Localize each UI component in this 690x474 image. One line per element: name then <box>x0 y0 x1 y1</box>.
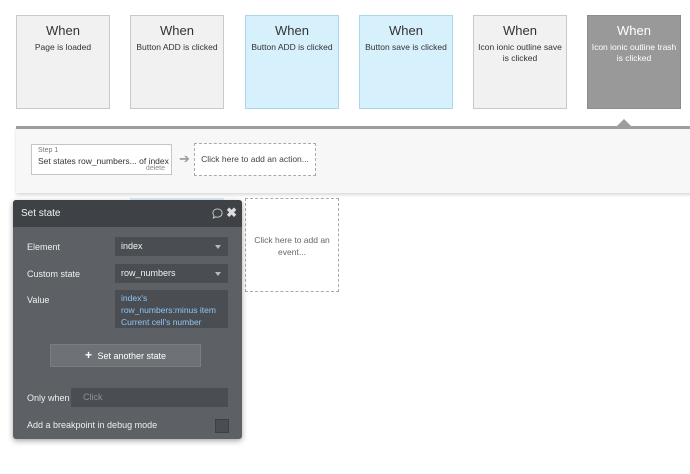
set-another-state-button[interactable]: + Set another state <box>50 344 201 367</box>
value-expression-line: Current cell's number <box>121 317 202 327</box>
event-description: Icon ionic outline trash is clicked <box>591 42 677 63</box>
step-card[interactable]: Step 1 Set states row_numbers... of inde… <box>31 144 172 175</box>
plus-icon: + <box>84 348 92 362</box>
arrow-right-icon: ➔ <box>179 151 190 166</box>
breakpoint-label: Add a breakpoint in debug mode <box>27 420 158 430</box>
chevron-down-icon <box>215 272 221 276</box>
set-another-state-label: Set another state <box>97 351 167 361</box>
set-state-panel: Set state ✖ Element index Custom state r… <box>13 200 242 439</box>
event-card-button-save[interactable]: When Button save is clicked <box>359 15 453 109</box>
workflow-actions-panel: Step 1 Set states row_numbers... of inde… <box>16 126 690 193</box>
event-description: Page is loaded <box>34 42 92 52</box>
event-description: Icon ionic outline save is clicked <box>478 42 562 63</box>
panel-title: Set state <box>21 208 61 219</box>
event-card-icon-trash[interactable]: When Icon ionic outline trash is clicked <box>587 15 681 109</box>
comment-icon[interactable] <box>212 208 223 219</box>
value-expression-line: index's <box>121 293 148 303</box>
event-when-label: When <box>46 23 80 38</box>
only-when-label: Only when <box>27 393 70 403</box>
event-description: Button ADD is clicked <box>136 42 218 52</box>
only-when-input[interactable]: Click <box>71 388 228 407</box>
event-description: Button save is clicked <box>365 42 447 52</box>
event-card-button-add-2[interactable]: When Button ADD is clicked <box>245 15 339 109</box>
custom-state-select-value: row_numbers <box>121 268 176 278</box>
event-when-label: When <box>160 23 194 38</box>
add-event-label: Click here to add an event... <box>254 235 330 257</box>
selected-event-caret <box>617 119 631 126</box>
step-delete-link[interactable]: delete <box>146 165 165 172</box>
value-expression-line: row_numbers:minus item <box>121 305 216 315</box>
event-when-label: When <box>617 23 651 38</box>
step-number: Step 1 <box>38 147 59 154</box>
custom-state-label: Custom state <box>27 269 81 279</box>
event-card-button-add-1[interactable]: When Button ADD is clicked <box>130 15 224 109</box>
custom-state-select[interactable]: row_numbers <box>115 264 228 283</box>
event-when-label: When <box>389 23 423 38</box>
close-icon[interactable]: ✖ <box>226 205 237 221</box>
event-description: Button ADD is clicked <box>251 42 333 52</box>
element-label: Element <box>27 242 61 252</box>
value-expression-field[interactable]: index's row_numbers:minus item Current c… <box>115 290 228 328</box>
panel-header: Set state ✖ <box>13 200 242 227</box>
chevron-down-icon <box>215 245 221 249</box>
event-when-label: When <box>503 23 537 38</box>
event-card-page-loaded[interactable]: When Page is loaded <box>16 15 110 109</box>
value-label: Value <box>27 295 50 305</box>
add-event-button[interactable]: Click here to add an event... <box>245 198 339 292</box>
breakpoint-checkbox[interactable] <box>215 419 229 433</box>
element-select[interactable]: index <box>115 237 228 256</box>
element-select-value: index <box>121 241 143 251</box>
add-action-button[interactable]: Click here to add an action... <box>194 143 316 176</box>
event-card-icon-save[interactable]: When Icon ionic outline save is clicked <box>473 15 567 109</box>
event-when-label: When <box>275 23 309 38</box>
